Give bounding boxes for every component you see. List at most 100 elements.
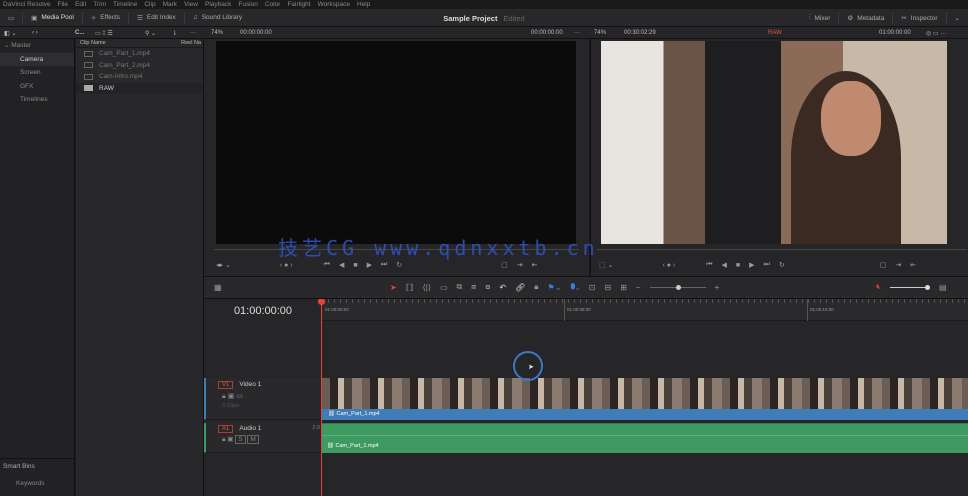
viewer-options-icon[interactable]: ◎ ▭ ···: [926, 30, 946, 37]
smart-bin-keywords[interactable]: Keywords: [16, 480, 45, 487]
bin-camera[interactable]: Camera: [0, 52, 74, 66]
timeline-ruler[interactable]: 01:00:00:00 01:00:08:00 01:00:16:00: [322, 299, 968, 321]
zoom-full-icon[interactable]: ⊡: [589, 283, 596, 292]
meter-icon[interactable]: ▤: [939, 283, 947, 292]
audio-clip[interactable]: ⛓︎ Cam_Part_1.mp4: [322, 423, 968, 453]
bin-gfx[interactable]: GFX: [0, 80, 74, 94]
video-clip[interactable]: ⛓︎ Cam_Part_1.mp4: [322, 409, 968, 420]
more-icon[interactable]: ···: [190, 30, 196, 36]
track-visibility-icon[interactable]: ▭: [236, 393, 243, 400]
clip-item[interactable]: Cam_Part_1.mp4: [76, 48, 203, 60]
source-more-icon[interactable]: ···: [574, 30, 580, 36]
panel-toggle-icon[interactable]: ◧ ⌄: [4, 30, 16, 37]
audio-track-header[interactable]: A1 Audio 1 2.0 🔒︎ ▣ S M: [204, 423, 322, 453]
clip-item[interactable]: Cam-Intro.mp4: [76, 71, 203, 83]
menu-edit[interactable]: Edit: [75, 1, 86, 8]
smart-bins-header[interactable]: Smart Bins: [0, 458, 75, 474]
menu-trim[interactable]: Trim: [93, 1, 106, 8]
menu-workspace[interactable]: Workspace: [318, 1, 350, 8]
skip-end-icon[interactable]: ⏭: [381, 261, 387, 269]
bin-screen[interactable]: Screen: [0, 66, 74, 80]
loop-icon[interactable]: ↻: [396, 261, 402, 269]
view-mode-icons[interactable]: ▭ ⁞⁞ ☰: [95, 30, 113, 37]
volume-thumb[interactable]: [925, 284, 931, 290]
skip-start-icon[interactable]: ⏮: [324, 261, 330, 269]
overwrite-icon[interactable]: ⧈: [471, 282, 476, 292]
playhead[interactable]: [321, 299, 322, 496]
loop-icon[interactable]: ↻: [779, 261, 785, 269]
menu-app[interactable]: DaVinci Resolve: [3, 1, 51, 8]
mark-out-icon[interactable]: ⇤: [910, 261, 916, 269]
jog-icon[interactable]: ‹ ● ›: [662, 262, 675, 269]
skip-end-icon[interactable]: ⏭: [764, 261, 770, 269]
col-reel-name[interactable]: Reel Na: [181, 39, 203, 48]
timeline-name-dropdown[interactable]: RAW: [768, 30, 782, 36]
solo-button[interactable]: S: [235, 435, 246, 444]
marker-icon[interactable]: ⬮⌄: [570, 282, 579, 292]
track-badge-a1[interactable]: A1: [218, 425, 234, 433]
video-clip-thumbnails[interactable]: [322, 378, 968, 409]
dynamic-trim-icon[interactable]: ⟨|⟩: [423, 283, 431, 292]
timeline-viewer-zoom[interactable]: 74%: [594, 30, 606, 36]
menu-playback[interactable]: Playback: [205, 1, 231, 8]
bin-path[interactable]: C...: [75, 30, 84, 36]
zoom-custom-icon[interactable]: ⊞: [620, 283, 627, 292]
timeline-view-options-icon[interactable]: ▦: [214, 283, 222, 292]
timeline-item[interactable]: RAW: [76, 82, 203, 94]
stop-icon[interactable]: ■: [736, 262, 740, 269]
sound-library-button[interactable]: ♫ Sound Library: [185, 12, 250, 24]
replace-icon[interactable]: ⧇: [485, 282, 490, 292]
search-icon[interactable]: ⚲ ⌄: [145, 30, 156, 37]
play-icon[interactable]: ▶: [749, 261, 754, 269]
menu-view[interactable]: View: [184, 1, 198, 8]
zoom-slider[interactable]: [649, 284, 706, 290]
source-viewer[interactable]: [216, 41, 576, 244]
menu-fairlight[interactable]: Fairlight: [287, 1, 310, 8]
insert-icon[interactable]: ⧉: [457, 282, 463, 292]
skip-start-icon[interactable]: ⏮: [706, 261, 712, 269]
menu-help[interactable]: Help: [357, 1, 370, 8]
menu-clip[interactable]: Clip: [144, 1, 155, 8]
expand-button[interactable]: ⌄: [947, 12, 968, 24]
clip-item[interactable]: Cam_Part_2.mp4: [76, 60, 203, 72]
menu-timeline[interactable]: Timeline: [113, 1, 137, 8]
mute-icon[interactable]: 🔇︎: [876, 282, 881, 292]
bin-timelines[interactable]: Timelines: [0, 93, 74, 107]
mute-button[interactable]: M: [247, 435, 259, 444]
lock-icon[interactable]: 🔒︎: [222, 436, 225, 443]
layout-button[interactable]: ▭: [0, 11, 24, 24]
timeline-scrubber[interactable]: [597, 249, 967, 250]
menu-mark[interactable]: Mark: [163, 1, 177, 8]
zoom-in-icon[interactable]: +: [715, 283, 720, 292]
zoom-out-icon[interactable]: −: [636, 283, 641, 292]
flag-icon[interactable]: ⚑⌄: [548, 283, 562, 292]
volume-slider[interactable]: [890, 284, 931, 290]
trim-tool-icon[interactable]: ⟦⟧: [406, 283, 414, 292]
mixer-button[interactable]: ⫶ Mixer: [801, 12, 840, 24]
jog-icon[interactable]: ‹ ● ›: [280, 262, 293, 269]
menu-file[interactable]: File: [58, 1, 68, 8]
media-pool-button[interactable]: ▣ Media Pool: [23, 11, 83, 24]
menu-color[interactable]: Color: [265, 1, 281, 8]
zoom-slider-thumb[interactable]: [675, 284, 681, 290]
reverse-icon[interactable]: ◀: [722, 261, 727, 269]
col-clip-name[interactable]: Clip Name: [80, 40, 106, 46]
match-frame-icon[interactable]: ▢: [501, 261, 508, 269]
effects-button[interactable]: ✧ Effects: [83, 11, 130, 24]
zoom-detail-icon[interactable]: ⊟: [604, 283, 611, 292]
reverse-icon[interactable]: ◀: [339, 261, 344, 269]
video-frame[interactable]: [601, 41, 947, 244]
nav-arrows-icon[interactable]: ‹ ›: [32, 30, 38, 36]
track-badge-v1[interactable]: V1: [218, 381, 234, 389]
edit-index-button[interactable]: ☰ Edit Index: [129, 11, 185, 24]
inspector-button[interactable]: ✂ Inspector: [893, 12, 947, 24]
lock-icon[interactable]: 🔒︎: [222, 393, 226, 400]
link-icon[interactable]: 🔗︎: [515, 283, 525, 292]
video-track-header[interactable]: V1 Video 1 🔒︎ ▣ ▭ 3 Clips: [204, 378, 322, 420]
selection-tool-icon[interactable]: ➤: [390, 283, 397, 292]
blade-tool-icon[interactable]: ▭: [440, 283, 448, 292]
playhead-handle[interactable]: [318, 299, 325, 305]
audio-icon[interactable]: ◂▸ ⌄: [216, 261, 231, 269]
lock-icon[interactable]: 🔒︎: [534, 282, 538, 292]
transform-icon[interactable]: ⬚ ⌄: [599, 261, 613, 269]
